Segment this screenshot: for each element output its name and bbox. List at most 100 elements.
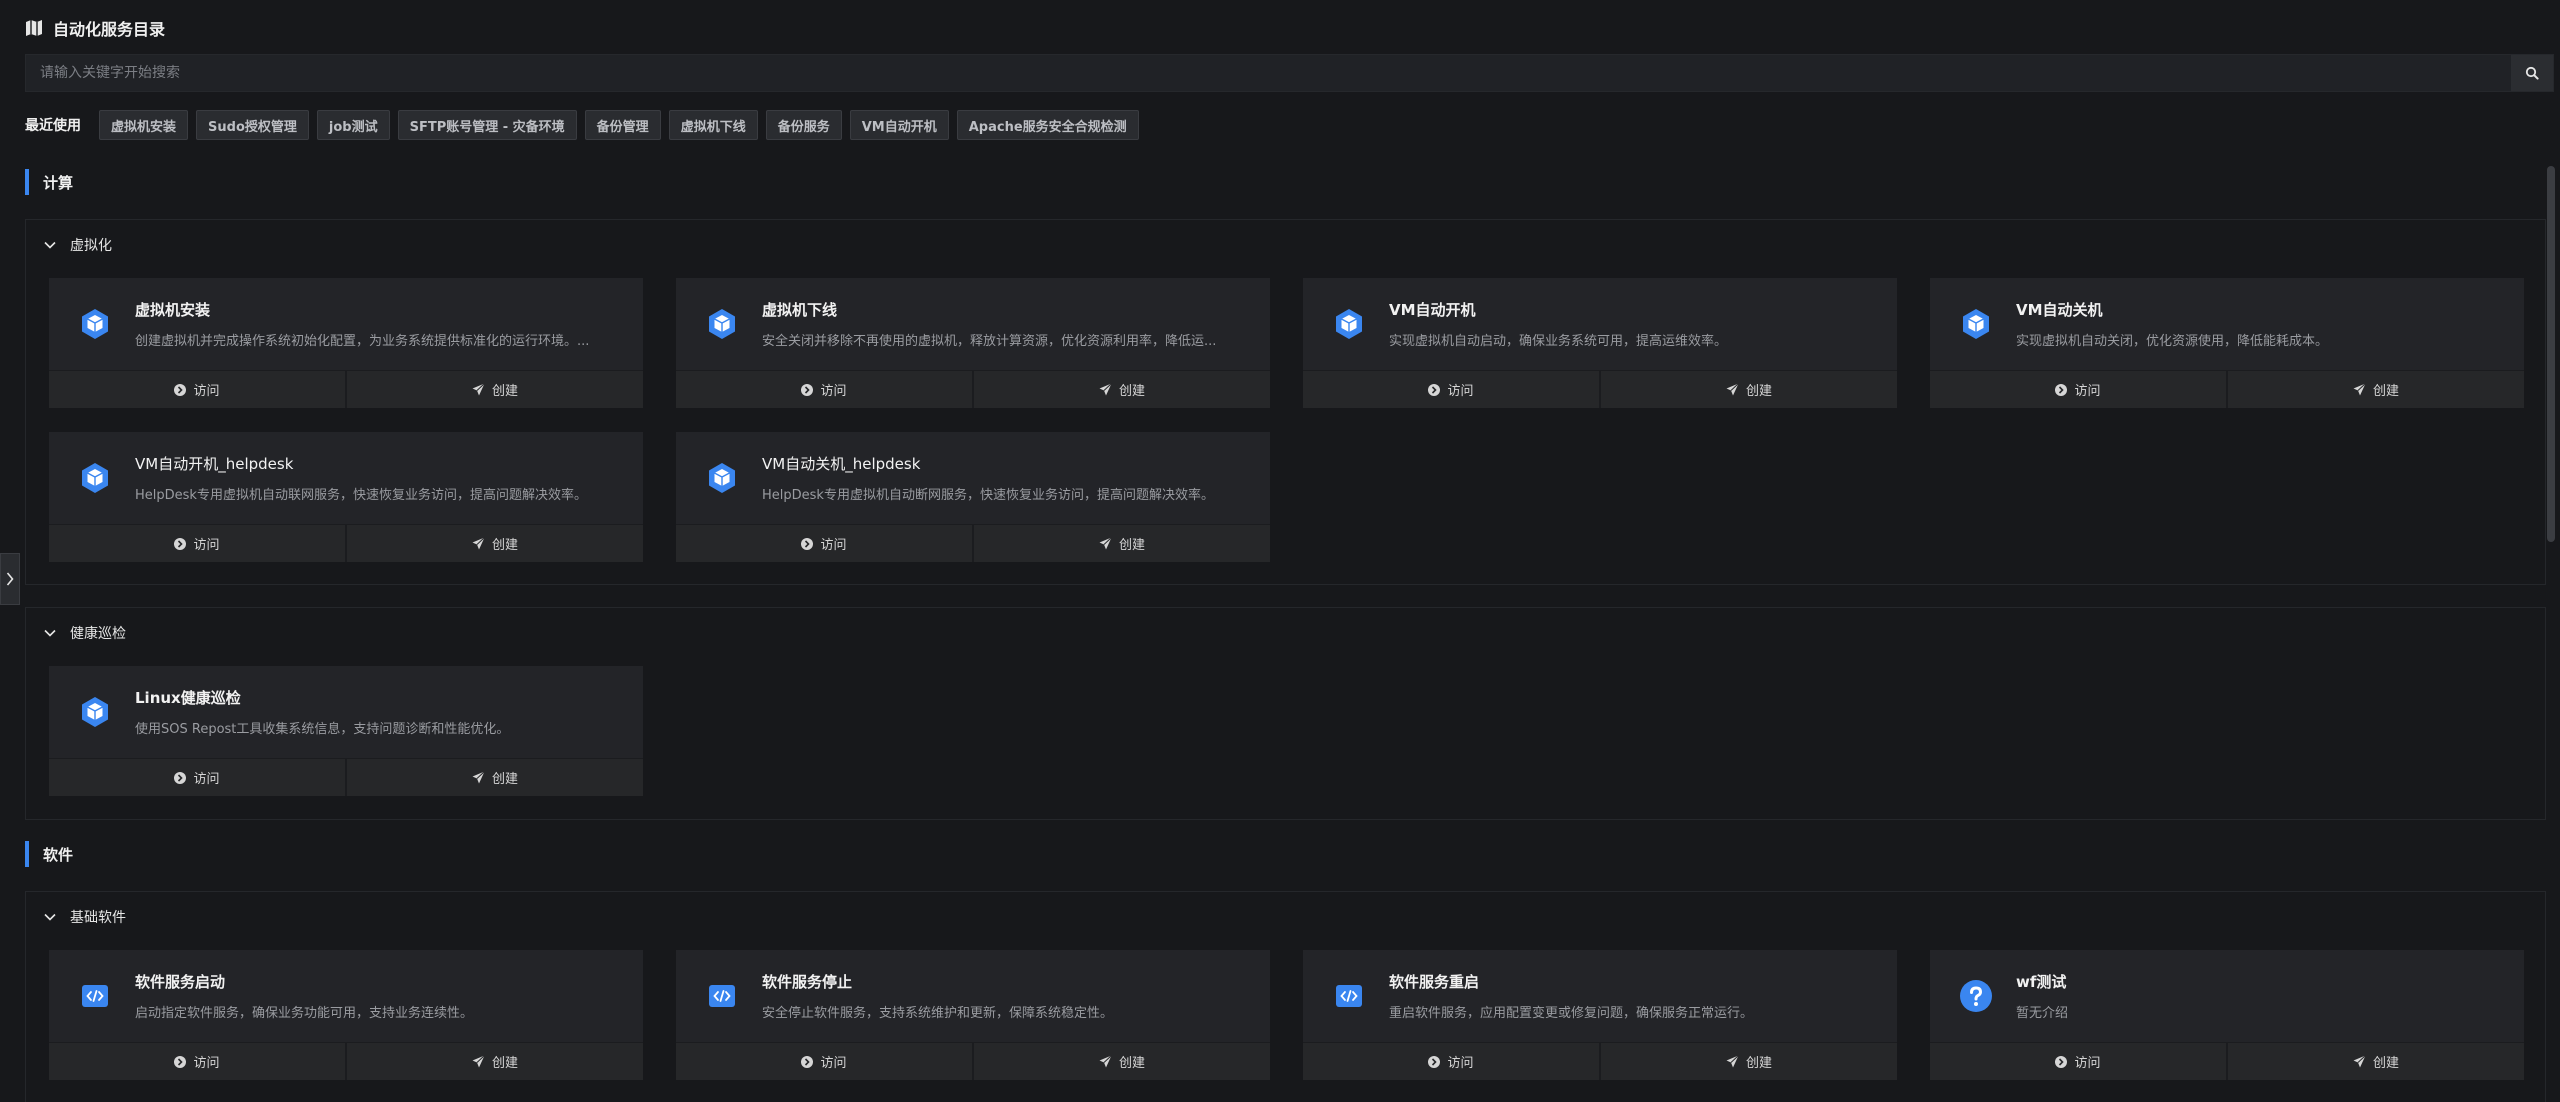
visit-button[interactable]: 访问 <box>49 525 345 562</box>
service-card: VM自动开机 实现虚拟机自动启动，确保业务系统可用，提高运维效率。 访问 创建 <box>1303 278 1897 408</box>
card-name: 软件服务重启 <box>1389 973 1480 991</box>
card-description: 实现虚拟机自动关闭，优化资源使用，降低能耗成本。 <box>2016 334 2329 349</box>
sidebar-expand-toggle[interactable] <box>0 553 20 605</box>
create-label: 创建 <box>491 384 518 399</box>
cube-icon <box>704 460 740 496</box>
arrow-circle-icon <box>174 771 187 784</box>
service-card: 软件服务重启 重启软件服务，应用配置变更或修复问题，确保服务正常运行。 访问 创… <box>1303 950 1897 1080</box>
card-name: 虚拟机下线 <box>762 301 838 319</box>
recent-label: 最近使用 <box>25 118 81 134</box>
search-button[interactable] <box>2511 55 2553 91</box>
create-button[interactable]: 创建 <box>1599 1043 1897 1080</box>
arrow-circle-icon <box>801 537 814 550</box>
visit-button[interactable]: 访问 <box>49 1043 345 1080</box>
paper-plane-icon <box>1726 383 1739 396</box>
card-name: VM自动关机_helpdesk <box>762 455 921 473</box>
visit-label: 访问 <box>820 538 847 553</box>
service-card: 虚拟机下线 安全关闭并移除不再使用的虚拟机，释放计算资源，优化资源利用率，降低运… <box>676 278 1270 408</box>
card-description: 启动指定软件服务，确保业务功能可用，支持业务连续性。 <box>135 1006 474 1021</box>
visit-button[interactable]: 访问 <box>1930 1043 2226 1080</box>
paper-plane-icon <box>1099 537 1112 550</box>
visit-label: 访问 <box>2074 384 2101 399</box>
recent-tag[interactable]: SFTP账号管理 - 灾备环境 <box>397 110 577 140</box>
card-name: VM自动关机 <box>2016 301 2103 319</box>
create-button[interactable]: 创建 <box>972 1043 1270 1080</box>
recent-tag[interactable]: 虚拟机安装 <box>99 110 189 140</box>
visit-label: 访问 <box>1447 1056 1474 1071</box>
card-description: HelpDesk专用虚拟机自动断网服务，快速恢复业务访问，提高问题解决效率。 <box>762 488 1214 503</box>
visit-button[interactable]: 访问 <box>676 371 972 408</box>
code-icon <box>1331 978 1367 1014</box>
visit-button[interactable]: 访问 <box>1303 371 1599 408</box>
create-label: 创建 <box>1118 538 1145 553</box>
create-button[interactable]: 创建 <box>345 759 643 796</box>
visit-button[interactable]: 访问 <box>49 759 345 796</box>
chevron-down-icon <box>44 241 56 249</box>
card-name: wf测试 <box>2016 973 2067 991</box>
service-card: VM自动关机_helpdesk HelpDesk专用虚拟机自动断网服务，快速恢复… <box>676 432 1270 562</box>
section-title-text: 计算 <box>43 173 74 192</box>
card-name: Linux健康巡检 <box>135 689 241 707</box>
create-button[interactable]: 创建 <box>2226 371 2524 408</box>
recent-tag[interactable]: 虚拟机下线 <box>668 110 758 140</box>
recent-tag[interactable]: 备份管理 <box>584 110 661 140</box>
scrollbar-thumb[interactable] <box>2547 166 2555 542</box>
group-title: 虚拟化 <box>70 238 112 254</box>
create-label: 创建 <box>491 538 518 553</box>
visit-button[interactable]: 访问 <box>676 525 972 562</box>
card-description: 创建虚拟机并完成操作系统初始化配置，为业务系统提供标准化的运行环境。... <box>135 334 590 349</box>
card-name: VM自动开机_helpdesk <box>135 455 294 473</box>
cube-icon <box>77 306 113 342</box>
cube-icon <box>77 460 113 496</box>
card-description: 安全关闭并移除不再使用的虚拟机，释放计算资源，优化资源利用率，降低运... <box>762 334 1217 349</box>
service-card: 虚拟机安装 创建虚拟机并完成操作系统初始化配置，为业务系统提供标准化的运行环境。… <box>49 278 643 408</box>
page-title: 自动化服务目录 <box>53 20 166 39</box>
visit-button[interactable]: 访问 <box>1930 371 2226 408</box>
paper-plane-icon <box>1099 383 1112 396</box>
paper-plane-icon <box>472 771 485 784</box>
visit-label: 访问 <box>2074 1056 2101 1071</box>
paper-plane-icon <box>472 537 485 550</box>
create-button[interactable]: 创建 <box>345 1043 643 1080</box>
recent-tag[interactable]: Sudo授权管理 <box>196 110 309 140</box>
cube-icon <box>1331 306 1367 342</box>
visit-button[interactable]: 访问 <box>49 371 345 408</box>
create-button[interactable]: 创建 <box>345 371 643 408</box>
group-header-basic-software[interactable]: 基础软件 <box>26 892 2545 942</box>
page-header: 自动化服务目录 <box>25 16 165 40</box>
card-description: 重启软件服务，应用配置变更或修复问题，确保服务正常运行。 <box>1389 1006 1754 1021</box>
search-input[interactable] <box>26 55 2511 91</box>
recent-tag[interactable]: Apache服务安全合规检测 <box>956 110 1139 140</box>
question-icon <box>1958 978 1994 1014</box>
cube-icon <box>704 306 740 342</box>
create-label: 创建 <box>2372 384 2399 399</box>
service-card: Linux健康巡检 使用SOS Repost工具收集系统信息，支持问题诊断和性能… <box>49 666 643 796</box>
section-accent-bar <box>25 841 29 867</box>
arrow-circle-icon <box>2055 1055 2068 1068</box>
create-button[interactable]: 创建 <box>972 371 1270 408</box>
visit-label: 访问 <box>193 1056 220 1071</box>
group-header-virtualization[interactable]: 虚拟化 <box>26 220 2545 270</box>
recent-tag[interactable]: job测试 <box>316 110 390 140</box>
create-button[interactable]: 创建 <box>2226 1043 2524 1080</box>
recent-tag[interactable]: VM自动开机 <box>849 110 949 140</box>
create-label: 创建 <box>1745 384 1772 399</box>
create-label: 创建 <box>1745 1056 1772 1071</box>
search-bar <box>25 54 2554 92</box>
create-button[interactable]: 创建 <box>972 525 1270 562</box>
create-button[interactable]: 创建 <box>345 525 643 562</box>
chevron-down-icon <box>44 913 56 921</box>
recent-tag[interactable]: 备份服务 <box>765 110 842 140</box>
card-description: 使用SOS Repost工具收集系统信息，支持问题诊断和性能优化。 <box>135 722 510 737</box>
group-header-health-check[interactable]: 健康巡检 <box>26 608 2545 658</box>
arrow-circle-icon <box>801 383 814 396</box>
service-card: VM自动关机 实现虚拟机自动关闭，优化资源使用，降低能耗成本。 访问 创建 <box>1930 278 2524 408</box>
visit-button[interactable]: 访问 <box>1303 1043 1599 1080</box>
visit-button[interactable]: 访问 <box>676 1043 972 1080</box>
code-icon <box>704 978 740 1014</box>
code-icon <box>77 978 113 1014</box>
create-button[interactable]: 创建 <box>1599 371 1897 408</box>
arrow-circle-icon <box>174 537 187 550</box>
arrow-circle-icon <box>1428 1055 1441 1068</box>
cube-icon <box>1958 306 1994 342</box>
